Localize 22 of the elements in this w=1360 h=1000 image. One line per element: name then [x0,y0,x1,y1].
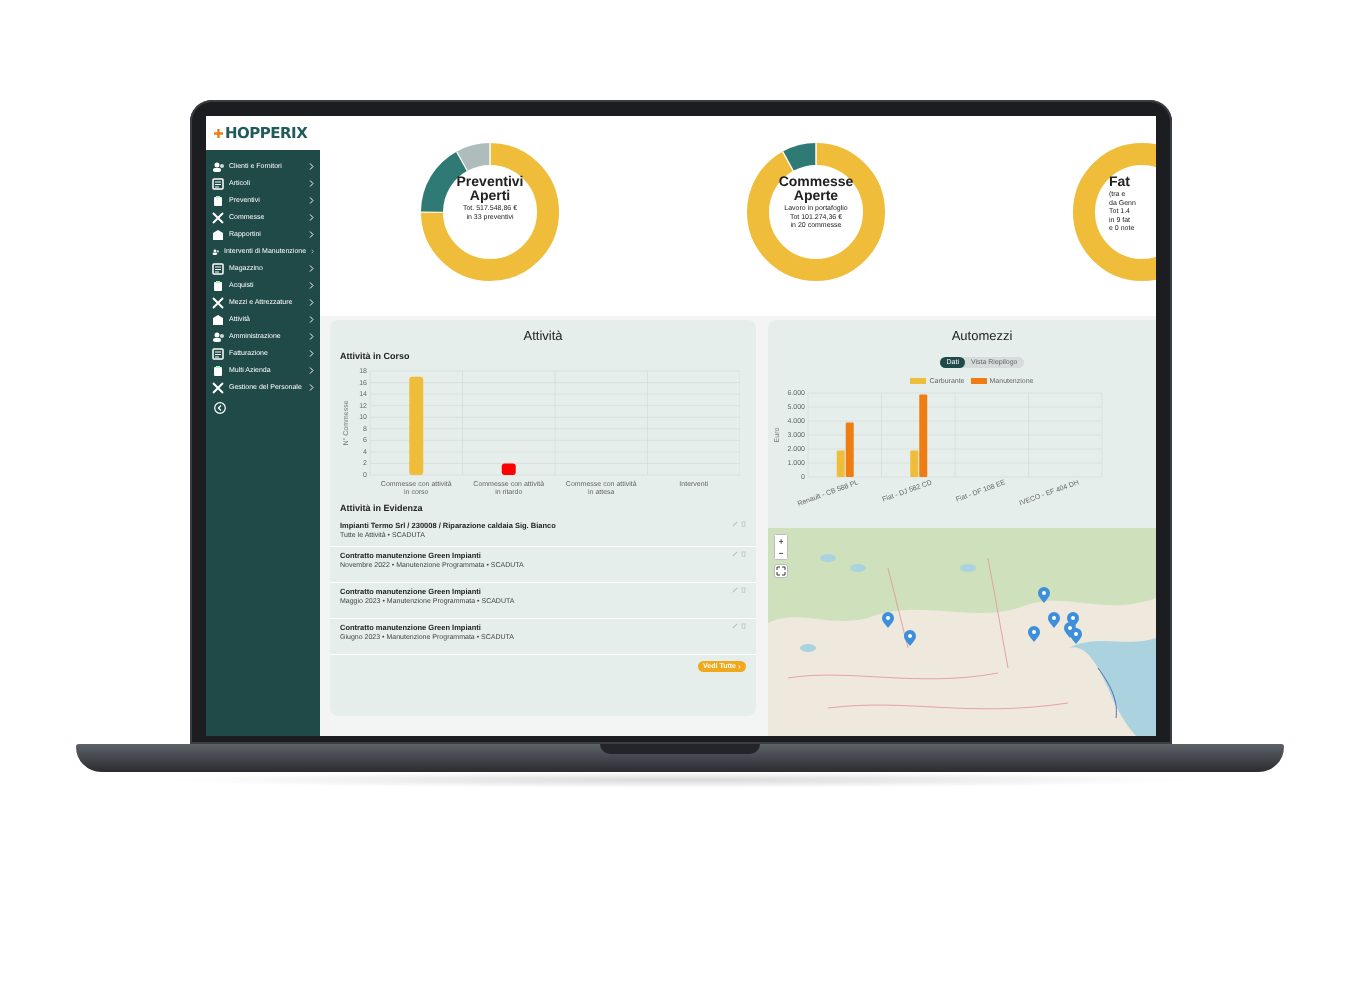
collapse-sidebar-icon[interactable] [213,402,225,414]
menu-item-icon [211,262,223,275]
menu-item-icon [211,381,223,394]
menu-item-icon [211,160,223,173]
menu-item-icon [211,313,223,326]
menu-item-icon [211,245,218,258]
menu-item-icon [211,330,223,343]
pencil-icon[interactable] [731,587,737,593]
menu-item-icon [211,296,223,309]
plus-icon [213,128,222,138]
donut-chart-drawing [419,142,559,282]
donut-chart-drawing [745,142,885,282]
menu-item-icon [211,228,223,241]
pencil-icon[interactable] [731,551,737,557]
menu-item-icon [211,194,223,207]
menu-item-icon [211,211,223,224]
menu-item-icon [211,364,223,377]
pencil-icon[interactable] [731,521,737,527]
menu-item-icon [211,347,223,360]
menu-item-icon [211,279,223,292]
menu-item-icon [211,177,223,190]
pencil-icon[interactable] [731,623,737,629]
